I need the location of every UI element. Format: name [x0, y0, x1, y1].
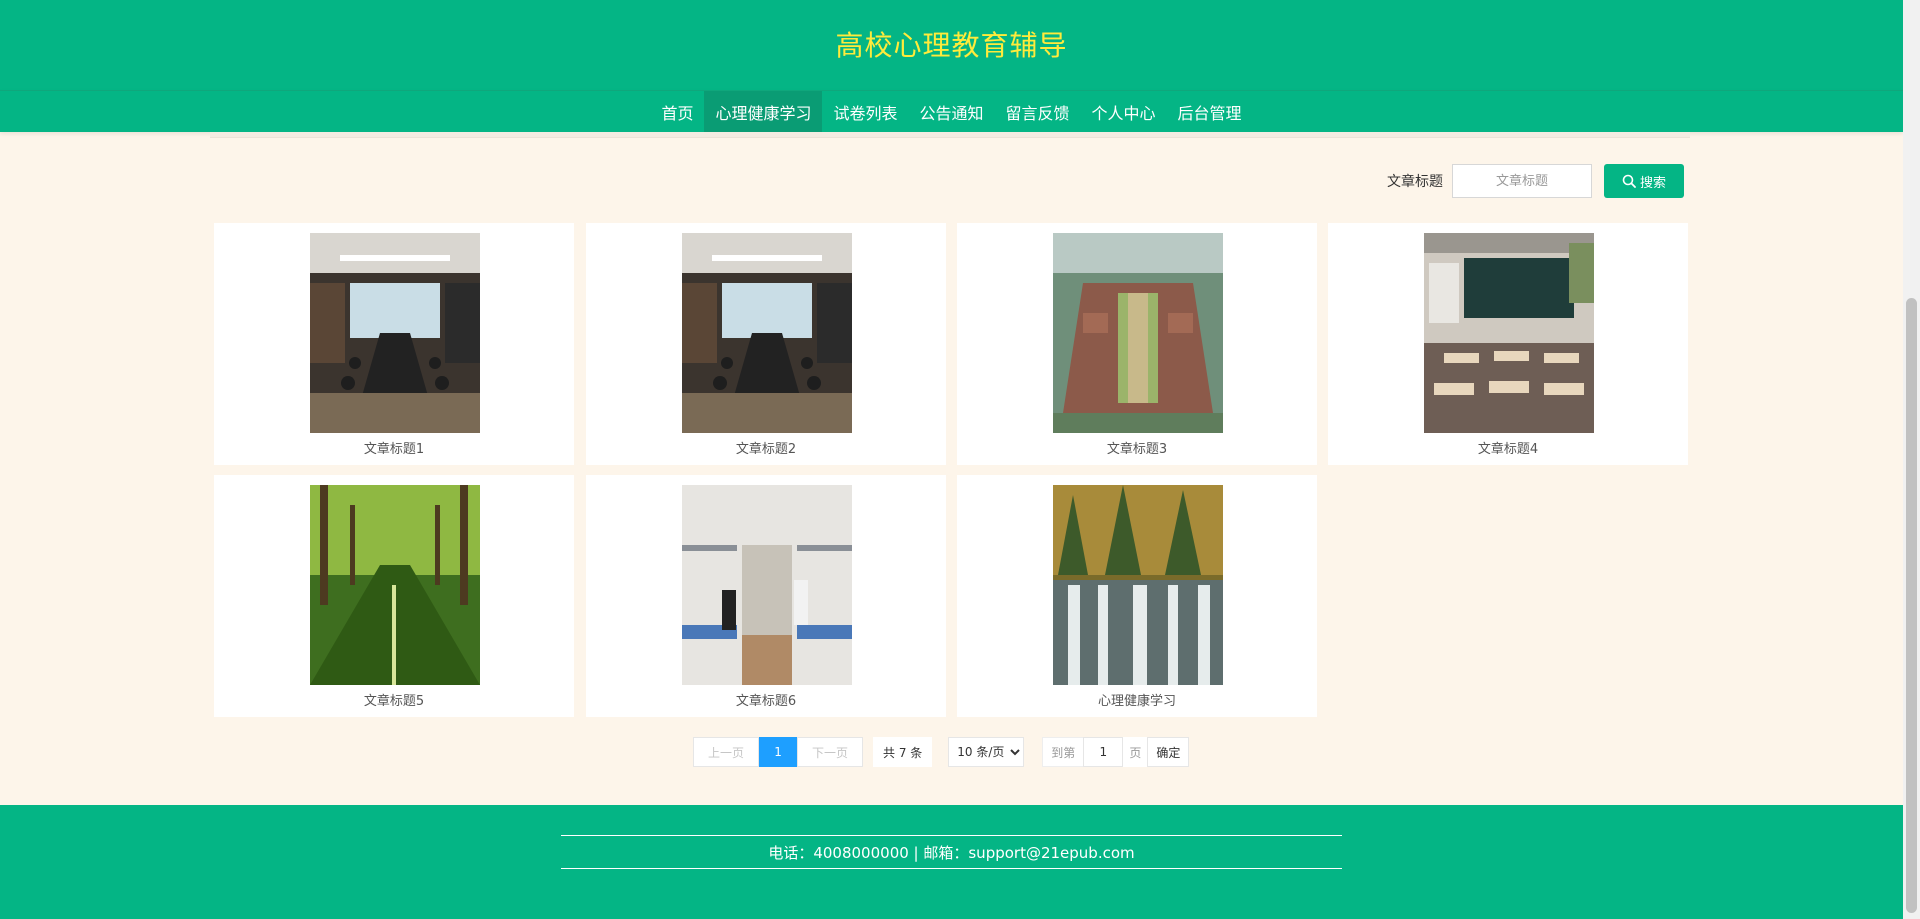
page-scrollbar[interactable]	[1903, 0, 1920, 919]
article-card-6[interactable]: 文章标题6	[586, 475, 946, 717]
site-header: 高校心理教育辅导	[0, 0, 1903, 90]
article-image[interactable]	[1053, 233, 1223, 433]
article-title[interactable]: 文章标题3	[957, 438, 1317, 457]
nav-item-home[interactable]: 首页	[650, 91, 704, 132]
article-image[interactable]	[682, 233, 852, 433]
search-label: 文章标题	[1387, 174, 1443, 190]
article-title[interactable]: 文章标题4	[1328, 438, 1688, 457]
nav-item-feedback[interactable]: 留言反馈	[995, 91, 1081, 132]
goto-label: 到第	[1042, 737, 1084, 767]
search-bar: 文章标题 搜索	[1387, 164, 1684, 198]
page-suffix: 页	[1123, 737, 1148, 767]
search-icon	[1622, 174, 1636, 188]
nav-item-profile[interactable]: 个人中心	[1081, 91, 1167, 132]
nav-item-exam-list[interactable]: 试卷列表	[822, 91, 908, 132]
article-card-7[interactable]: 心理健康学习	[957, 475, 1317, 717]
content-divider	[210, 132, 1690, 138]
article-card-3[interactable]: 文章标题3	[957, 223, 1317, 465]
search-button-label: 搜索	[1639, 175, 1666, 191]
article-title[interactable]: 文章标题1	[214, 438, 574, 457]
article-title[interactable]: 文章标题6	[586, 690, 946, 709]
article-card-4[interactable]: 文章标题4	[1328, 223, 1688, 465]
search-button[interactable]: 搜索	[1604, 164, 1684, 198]
article-image[interactable]	[1424, 233, 1594, 433]
footer-contact: 电话：4008000000 | 邮箱：support@21epub.com	[561, 835, 1342, 869]
article-title[interactable]: 心理健康学习	[957, 690, 1317, 709]
article-card-1[interactable]: 文章标题1	[214, 223, 574, 465]
nav-item-admin[interactable]: 后台管理	[1167, 91, 1253, 132]
total-count: 共 7 条	[873, 737, 933, 767]
goto-confirm-button[interactable]: 确定	[1147, 737, 1190, 767]
next-page-button[interactable]: 下一页	[797, 737, 864, 767]
page-size-select[interactable]: 10 条/页	[948, 737, 1025, 767]
article-image[interactable]	[310, 485, 480, 685]
site-title: 高校心理教育辅导	[835, 29, 1068, 62]
goto-page-input[interactable]	[1083, 737, 1124, 767]
site-footer: 电话：4008000000 | 邮箱：support@21epub.com	[0, 805, 1903, 919]
article-image[interactable]	[682, 485, 852, 685]
nav-item-notices[interactable]: 公告通知	[908, 91, 994, 132]
search-input[interactable]	[1452, 164, 1592, 198]
article-card-2[interactable]: 文章标题2	[586, 223, 946, 465]
main-nav: 首页 心理健康学习 试卷列表 公告通知 留言反馈 个人中心 后台管理	[0, 90, 1903, 132]
current-page-button[interactable]: 1	[759, 737, 798, 767]
prev-page-button[interactable]: 上一页	[693, 737, 760, 767]
scrollbar-thumb[interactable]	[1906, 298, 1917, 913]
article-title[interactable]: 文章标题5	[214, 690, 574, 709]
article-title[interactable]: 文章标题2	[586, 438, 946, 457]
pagination: 上一页 1 下一页 共 7 条 10 条/页 到第 页 确定	[693, 737, 1190, 767]
article-image[interactable]	[1053, 485, 1223, 685]
article-card-5[interactable]: 文章标题5	[214, 475, 574, 717]
article-image[interactable]	[310, 233, 480, 433]
nav-item-mental-health-learning[interactable]: 心理健康学习	[704, 91, 823, 132]
